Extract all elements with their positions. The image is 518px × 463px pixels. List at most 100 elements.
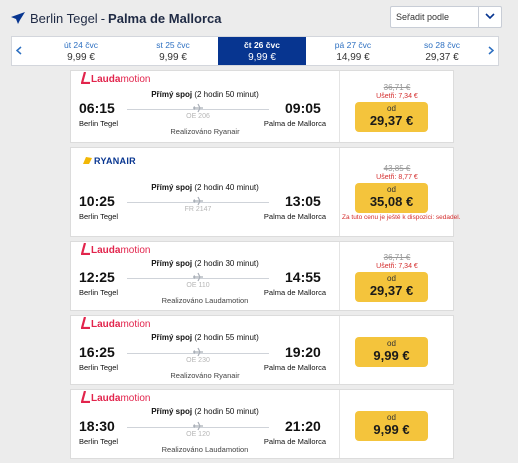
flight-number: OE 206 [186,113,210,120]
original-price: 36,71 € [383,253,411,262]
arrival-city: Palma de Mallorca [263,212,326,221]
direct-flight-label: Přímý spoj (2 hodin 50 minut) [151,90,259,99]
select-price-button[interactable]: od 29,37 € [355,272,428,302]
operated-by: Realizováno Ryanair [170,127,240,136]
flight-card[interactable]: Laudamotion Přímý spoj (2 hodin 30 minut… [70,241,454,311]
departure-time: 12:25 [79,269,115,285]
next-dates-button[interactable] [484,37,498,65]
departure-time: 16:25 [79,344,115,360]
select-price-button[interactable]: od 9,99 € [355,337,428,367]
harp-icon [83,157,92,164]
date-tab-day: pá 27 čvc [334,40,372,50]
direct-flight-label: Přímý spoj (2 hodin 40 minut) [151,183,259,192]
original-price: 43,85 € [383,164,411,173]
price-value: 9,99 € [373,348,410,363]
flight-duration: (2 hodin 30 minut) [194,259,259,268]
departure-time: 10:25 [79,193,115,209]
chevron-down-icon [485,13,495,20]
laudamotion-logo: Laudamotion [81,72,150,86]
route-separator: - [100,11,106,26]
departure-city: Berlin Tegel [79,437,119,446]
flight-number: OE 120 [186,431,210,438]
original-price: 36,71 € [383,83,411,92]
price-from-label: od [387,274,396,283]
date-tab[interactable]: st 25 čvc 9,99 € [129,37,217,65]
sort-label: Seřadit podle [396,12,450,22]
laudamotion-l-mark [81,391,90,403]
laudamotion-logo: Laudamotion [81,317,150,331]
price-value: 29,37 € [369,283,414,298]
results-header: Berlin Tegel - Palma de Mallorca Seřadit p… [0,0,518,36]
date-tab[interactable]: so 28 čvc 29,37 € [398,37,486,65]
date-tab-price: 14,99 € [336,52,370,63]
date-tab-price: 9,99 € [67,52,95,63]
seat-availability-warning: Za tuto cenu je ještě k dispozici: sedad… [342,214,461,221]
sort-dropdown[interactable]: Seřadit podle [390,6,502,28]
flight-number: FR 2147 [184,206,212,213]
price-value: 9,99 € [373,422,410,437]
flight-card[interactable]: Laudamotion Přímý spoj (2 hodin 50 minut… [70,389,454,459]
flight-card[interactable]: RYANAIR Přímý spoj (2 hodin 40 minut) 10… [70,147,461,237]
select-price-button[interactable]: od 35,08 € [355,183,428,213]
departure-time: 06:15 [79,100,115,116]
select-price-button[interactable]: od 9,99 € [355,411,428,441]
flight-card[interactable]: Laudamotion Přímý spoj (2 hodin 50 minut… [70,70,454,143]
laudamotion-l-mark [81,243,90,255]
chevron-left-icon [16,46,22,55]
direct-flight-label: Přímý spoj (2 hodin 55 minut) [151,333,259,342]
arrival-time: 09:05 [285,100,321,116]
price-from-label: od [387,413,396,422]
origin-label: Berlin Tegel [30,11,98,26]
arrival-time: 14:55 [285,269,321,285]
price-from-label: od [387,104,396,113]
date-tab-price: 9,99 € [159,52,187,63]
savings-label: Ušetři: 8,77 € [376,174,418,181]
flight-duration: (2 hodin 55 minut) [194,333,259,342]
chevron-right-icon [488,46,494,55]
price-from-label: od [387,339,396,348]
laudamotion-logo: Laudamotion [81,391,150,405]
flight-duration: (2 hodin 50 minut) [194,407,259,416]
flight-duration: (2 hodin 40 minut) [194,183,259,192]
operated-by: Realizováno Ryanair [170,371,240,380]
date-selector: út 24 čvc 9,99 € st 25 čvc 9,99 € čt 26 čv… [11,36,499,66]
price-value: 35,08 € [369,194,414,209]
laudamotion-logo: Laudamotion [81,243,150,257]
flight-number: OE 230 [186,357,210,364]
date-tab-day: st 25 čvc [156,40,190,50]
date-tab-price: 9,99 € [248,52,276,63]
airplane-icon [11,12,25,24]
flight-number: OE 110 [186,282,210,289]
arrival-time: 21:20 [285,418,321,434]
operated-by: Realizováno Laudamotion [161,445,249,454]
departure-city: Berlin Tegel [79,119,119,128]
date-tab-selected[interactable]: čt 26 čvc 9,99 € [218,37,306,65]
direct-flight-label: Přímý spoj (2 hodin 50 minut) [151,407,259,416]
departure-city: Berlin Tegel [79,363,119,372]
laudamotion-l-mark [81,72,90,84]
date-tab[interactable]: pá 27 čvc 14,99 € [309,37,397,65]
date-tab-price: 29,37 € [425,52,459,63]
destination-label: Palma de Mallorca [108,11,222,26]
date-tab-day: út 24 čvc [63,40,99,50]
prev-dates-button[interactable] [12,37,26,65]
departure-city: Berlin Tegel [79,288,119,297]
departure-city: Berlin Tegel [79,212,119,221]
departure-time: 18:30 [79,418,115,434]
sort-dropdown-toggle[interactable] [478,7,501,27]
select-price-button[interactable]: od 29,37 € [355,102,428,132]
price-from-label: od [387,185,396,194]
operated-by: Realizováno Laudamotion [161,296,249,305]
arrival-time: 13:05 [285,193,321,209]
date-tab-day: so 28 čvc [424,40,460,50]
savings-label: Ušetři: 7,34 € [376,263,418,270]
arrival-time: 19:20 [285,344,321,360]
price-value: 29,37 € [369,113,414,128]
savings-label: Ušetři: 7,34 € [376,93,418,100]
flight-duration: (2 hodin 50 minut) [194,90,259,99]
laudamotion-l-mark [81,317,90,329]
route-title: Berlin Tegel - Palma de Mallorca [30,11,222,26]
date-tab[interactable]: út 24 čvc 9,99 € [37,37,125,65]
date-tab-day: čt 26 čvc [244,40,280,50]
flight-card[interactable]: Laudamotion Přímý spoj (2 hodin 55 minut… [70,315,454,385]
